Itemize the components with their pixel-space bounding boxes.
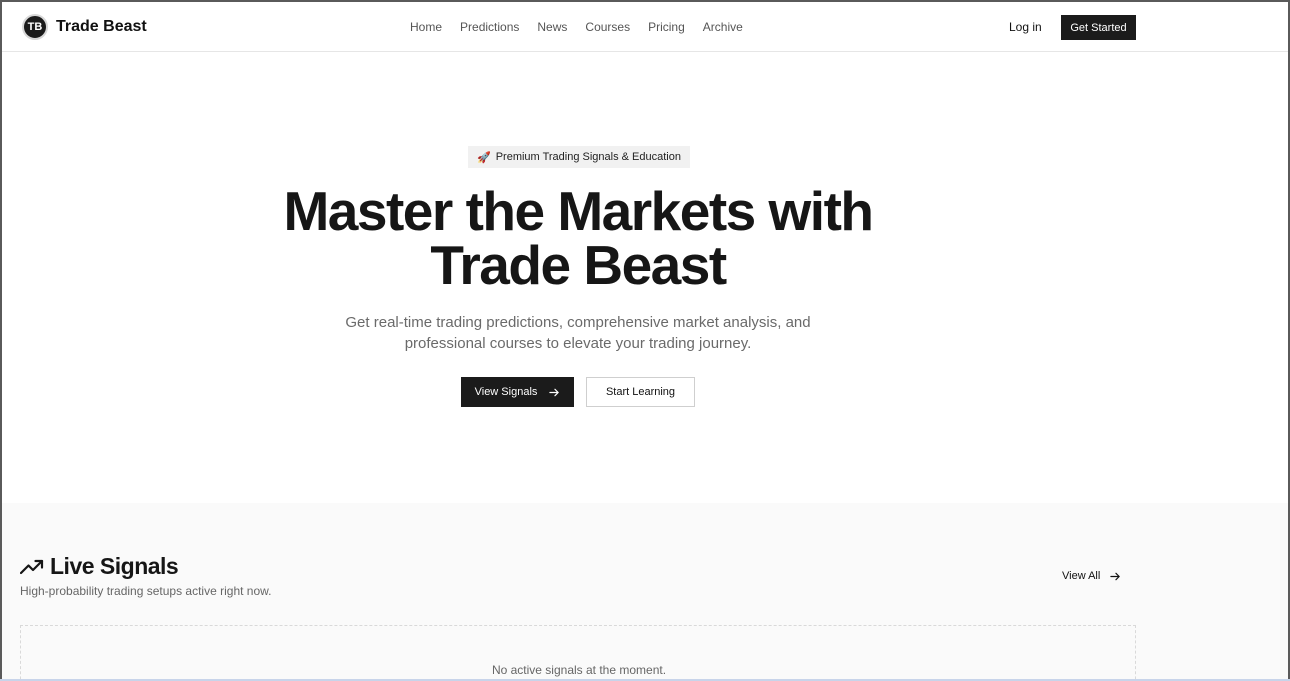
- view-signals-label: View Signals: [474, 386, 538, 398]
- brand-name[interactable]: Trade Beast: [56, 18, 147, 36]
- arrow-right-icon: [549, 387, 560, 398]
- hero-subtitle-line1: Get real-time trading predictions, compr…: [345, 314, 811, 331]
- start-learning-button[interactable]: Start Learning: [586, 377, 695, 407]
- nav-link-news[interactable]: News: [537, 20, 567, 34]
- logo-text: TB: [27, 21, 43, 33]
- page-frame: TB Trade Beast Home Predictions News Cou…: [2, 2, 1288, 679]
- logo-icon[interactable]: TB: [22, 14, 48, 40]
- arrow-right-icon: [1110, 571, 1121, 582]
- hero-badge-text: Premium Trading Signals & Education: [495, 151, 681, 163]
- empty-message: No active signals at the moment.: [491, 663, 667, 677]
- hero-title-line1: Master the Markets with: [283, 180, 874, 242]
- signals-empty-state: No active signals at the moment.: [20, 625, 1136, 679]
- hero-subtitle: Get real-time trading predictions, compr…: [2, 312, 1154, 354]
- rocket-icon: 🚀: [477, 151, 491, 164]
- view-all-label: View All: [1062, 570, 1101, 582]
- signals-title: Live Signals: [50, 553, 179, 579]
- trending-up-icon: [20, 559, 44, 575]
- nav-link-courses[interactable]: Courses: [585, 20, 630, 34]
- top-nav: TB Trade Beast Home Predictions News Cou…: [2, 2, 1288, 52]
- hero-subtitle-line2: professional courses to elevate your tra…: [404, 335, 752, 352]
- nav-link-predictions[interactable]: Predictions: [460, 20, 519, 34]
- signals-header: Live Signals: [20, 553, 179, 580]
- login-link[interactable]: Log in: [1009, 20, 1042, 34]
- hero-badge: 🚀 Premium Trading Signals & Education: [468, 146, 690, 168]
- view-all-link[interactable]: View All: [1062, 570, 1121, 582]
- nav-links: Home Predictions News Courses Pricing Ar…: [410, 20, 743, 34]
- live-signals-section: Live Signals High-probability trading se…: [2, 503, 1288, 679]
- hero-title: Master the Markets with Trade Beast: [2, 184, 1154, 293]
- nav-link-archive[interactable]: Archive: [703, 20, 743, 34]
- signals-description: High-probability trading setups active r…: [20, 584, 272, 598]
- view-signals-button[interactable]: View Signals: [461, 377, 574, 407]
- nav-link-home[interactable]: Home: [410, 20, 442, 34]
- nav-link-pricing[interactable]: Pricing: [648, 20, 685, 34]
- get-started-button[interactable]: Get Started: [1061, 15, 1136, 40]
- hero-title-line2: Trade Beast: [430, 234, 727, 296]
